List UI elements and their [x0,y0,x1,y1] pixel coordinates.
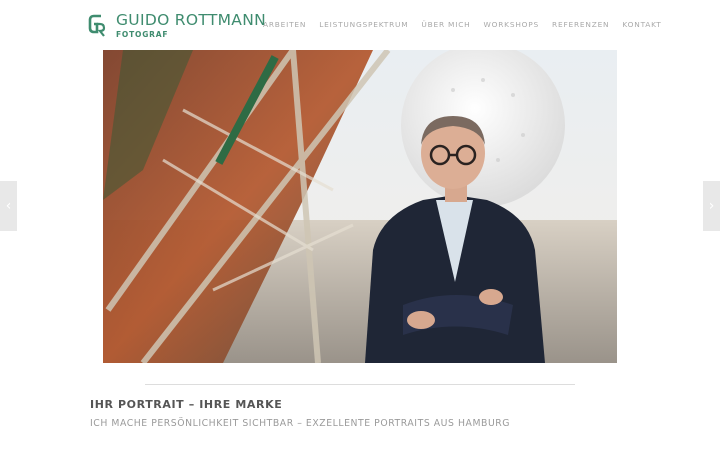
brand-logo[interactable]: GUIDO ROTTMANN FOTOGRAF [88,11,266,39]
page-headline: IHR PORTRAIT – IHRE MARKE [90,398,283,411]
nav-item-referenzen[interactable]: REFERENZEN [552,20,609,29]
slider-next-button[interactable]: › [703,181,720,231]
portrait-photo [103,50,617,363]
main-navigation: ARBEITEN LEISTUNGSPEKTRUM ÜBER MICH WORK… [263,20,662,29]
gr-monogram-icon [88,14,106,37]
page-subline: ICH MACHE PERSÖNLICHKEIT SICHTBAR – EXZE… [90,418,511,429]
nav-item-workshops[interactable]: WORKSHOPS [484,20,540,29]
brand-subtitle: FOTOGRAF [116,29,169,39]
brand-text: GUIDO ROTTMANN FOTOGRAF [116,11,266,39]
slider-prev-button[interactable]: ‹ [0,181,17,231]
nav-item-ueber-mich[interactable]: ÜBER MICH [421,20,470,29]
nav-item-arbeiten[interactable]: ARBEITEN [263,20,306,29]
nav-item-leistungsspektrum[interactable]: LEISTUNGSPEKTRUM [319,20,408,29]
nav-item-kontakt[interactable]: KONTAKT [622,20,661,29]
brand-name: GUIDO ROTTMANN [116,11,266,29]
chevron-left-icon: ‹ [5,198,12,214]
site-header: GUIDO ROTTMANN FOTOGRAF ARBEITEN LEISTUN… [0,0,720,50]
hero-slider[interactable] [103,50,617,363]
chevron-right-icon: › [708,198,715,214]
section-divider [145,384,575,385]
